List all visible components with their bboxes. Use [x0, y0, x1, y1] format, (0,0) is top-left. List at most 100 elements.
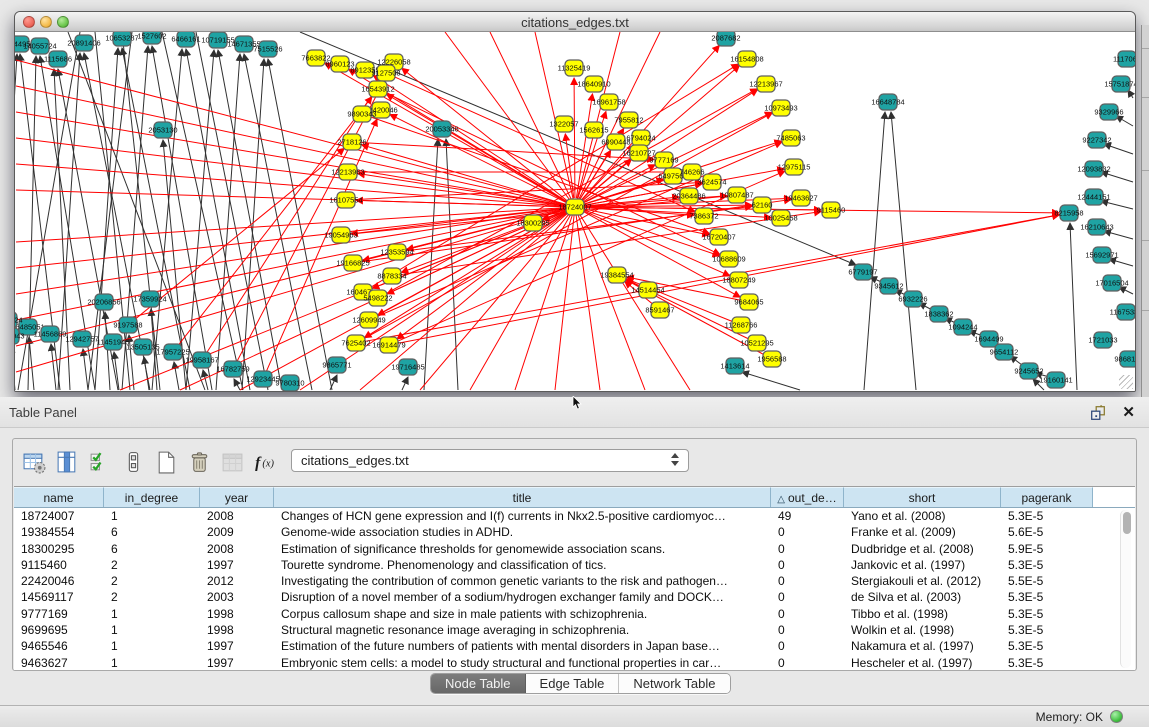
close-panel-icon[interactable]: ✕	[1122, 403, 1135, 421]
network-node[interactable]: 12975115	[778, 159, 811, 175]
cell-out_de[interactable]: 0	[771, 524, 844, 540]
column-header-year[interactable]: year	[200, 487, 274, 507]
cell-in_degree[interactable]: 2	[104, 573, 200, 589]
table-row[interactable]: 1938455462009Genome-wide association stu…	[14, 524, 1135, 540]
cell-short[interactable]: Dudbridge et al. (2008)	[844, 541, 1001, 557]
network-node[interactable]: 9115460	[817, 202, 846, 218]
cell-short[interactable]: de Silva et al. (2003)	[844, 589, 1001, 605]
cell-pagerank[interactable]: 5.3E-5	[1001, 557, 1093, 573]
cell-in_degree[interactable]: 6	[104, 541, 200, 557]
network-node[interactable]: 19054963	[324, 227, 357, 243]
table-row[interactable]: 969969511998Structural magnetic resonanc…	[14, 622, 1135, 638]
network-node[interactable]: 11675336	[1110, 304, 1135, 320]
scrollbar-thumb[interactable]	[1123, 512, 1131, 534]
table-scrollbar[interactable]	[1120, 510, 1131, 668]
network-node[interactable]: 1527602	[137, 32, 166, 44]
network-node[interactable]: 16961758	[592, 94, 625, 110]
cell-pagerank[interactable]: 5.3E-5	[1001, 638, 1093, 654]
cell-in_degree[interactable]: 1	[104, 622, 200, 638]
row-selection-icon[interactable]	[85, 447, 115, 477]
network-node[interactable]: 17016504	[1095, 275, 1128, 291]
network-node[interactable]: 12353594	[380, 244, 413, 260]
network-node[interactable]: 1721033	[1088, 332, 1117, 348]
cell-title[interactable]: Estimation of significance thresholds fo…	[274, 541, 771, 557]
cell-pagerank[interactable]: 5.6E-5	[1001, 524, 1093, 540]
cell-pagerank[interactable]: 5.3E-5	[1001, 508, 1093, 524]
column-header-name[interactable]: name	[14, 487, 104, 507]
network-node[interactable]: 19958167	[185, 352, 218, 368]
network-node[interactable]: 7955812	[614, 112, 643, 128]
tab-edge-table[interactable]: Edge Table	[526, 674, 620, 693]
cell-pagerank[interactable]: 5.3E-5	[1001, 589, 1093, 605]
network-node[interactable]: 1117065	[1113, 51, 1135, 67]
cell-out_de[interactable]: 0	[771, 638, 844, 654]
network-node[interactable]: 12093832	[1077, 161, 1110, 177]
cell-in_degree[interactable]: 1	[104, 606, 200, 622]
cell-year[interactable]: 1998	[200, 606, 274, 622]
network-node[interactable]: 9865771	[322, 357, 351, 373]
network-node[interactable]: 16107554	[329, 192, 362, 208]
network-node[interactable]: 19463627	[784, 190, 817, 206]
cell-out_de[interactable]: 0	[771, 573, 844, 589]
cell-title[interactable]: Genome-wide association studies in ADHD.	[274, 524, 771, 540]
cell-name[interactable]: 9465546	[14, 638, 104, 654]
cell-short[interactable]: Tibbo et al. (1998)	[844, 606, 1001, 622]
network-view-window[interactable]: 1644959140557241115686208914061065328715…	[14, 11, 1136, 392]
cell-in_degree[interactable]: 2	[104, 557, 200, 573]
table-row[interactable]: 1872400712008Changes of HCN gene express…	[14, 508, 1135, 524]
cell-name[interactable]: 19384554	[14, 524, 104, 540]
cell-name[interactable]: 9777169	[14, 606, 104, 622]
table-options-icon[interactable]	[19, 447, 49, 477]
cell-in_degree[interactable]: 2	[104, 589, 200, 605]
network-node[interactable]: 6794024	[626, 130, 655, 146]
cell-out_de[interactable]: 49	[771, 508, 844, 524]
cell-pagerank[interactable]: 5.3E-5	[1001, 606, 1093, 622]
cell-out_de[interactable]: 0	[771, 606, 844, 622]
cell-short[interactable]: Yano et al. (2008)	[844, 508, 1001, 524]
cell-name[interactable]: 9699695	[14, 622, 104, 638]
network-node[interactable]: 16720407	[702, 229, 735, 245]
network-node[interactable]: 10653287	[105, 32, 138, 46]
cell-short[interactable]: Wolkin et al. (1998)	[844, 622, 1001, 638]
float-panel-icon[interactable]	[1089, 404, 1107, 422]
cell-year[interactable]: 1998	[200, 622, 274, 638]
tab-network-table[interactable]: Network Table	[619, 674, 729, 693]
network-node[interactable]: 15751874	[1104, 76, 1135, 92]
cell-short[interactable]: Stergiakouli et al. (2012)	[844, 573, 1001, 589]
column-header-in_degree[interactable]: in_degree	[104, 487, 200, 507]
cell-pagerank[interactable]: 5.5E-5	[1001, 573, 1093, 589]
table-row[interactable]: 2242004622012Investigating the contribut…	[14, 573, 1135, 589]
cell-short[interactable]: Jankovic et al. (1997)	[844, 557, 1001, 573]
cell-title[interactable]: Investigating the contribution of common…	[274, 573, 771, 589]
column-visibility-icon[interactable]	[52, 447, 82, 477]
network-node[interactable]: 12213967	[749, 76, 782, 92]
cell-pagerank[interactable]: 5.3E-5	[1001, 655, 1093, 670]
cell-out_de[interactable]: 0	[771, 557, 844, 573]
rows-icon[interactable]	[118, 447, 148, 477]
cell-short[interactable]: Hescheler et al. (1997)	[844, 655, 1001, 670]
column-header-pagerank[interactable]: pagerank	[1001, 487, 1093, 507]
cell-year[interactable]: 1997	[200, 557, 274, 573]
network-node[interactable]: 20206856	[87, 294, 120, 310]
network-node[interactable]: 16154808	[730, 51, 763, 67]
cell-title[interactable]: Embryonic stem cells: a model to study s…	[274, 655, 771, 670]
column-header-title[interactable]: title	[274, 487, 771, 507]
cell-in_degree[interactable]: 1	[104, 638, 200, 654]
cell-in_degree[interactable]: 1	[104, 508, 200, 524]
function-builder-icon[interactable]: f(x)	[250, 447, 280, 477]
table-row[interactable]: 1830029562008Estimation of significance …	[14, 541, 1135, 557]
cell-out_de[interactable]: 0	[771, 589, 844, 605]
tab-node-table[interactable]: Node Table	[431, 674, 526, 693]
cell-year[interactable]: 1997	[200, 638, 274, 654]
window-resize-grip[interactable]	[1119, 375, 1133, 389]
cell-year[interactable]: 2008	[200, 541, 274, 557]
cell-in_degree[interactable]: 6	[104, 524, 200, 540]
network-node[interactable]: 2718126	[337, 134, 366, 150]
cell-in_degree[interactable]: 1	[104, 655, 200, 670]
network-node[interactable]: 16648784	[871, 94, 904, 110]
network-node[interactable]: 19716485	[391, 359, 424, 375]
table-row[interactable]: 977716911998Corpus callosum shape and si…	[14, 606, 1135, 622]
network-node[interactable]: 11268766	[725, 317, 758, 333]
table-row[interactable]: 946554611997Estimation of the future num…	[14, 638, 1135, 654]
cell-pagerank[interactable]: 5.9E-5	[1001, 541, 1093, 557]
